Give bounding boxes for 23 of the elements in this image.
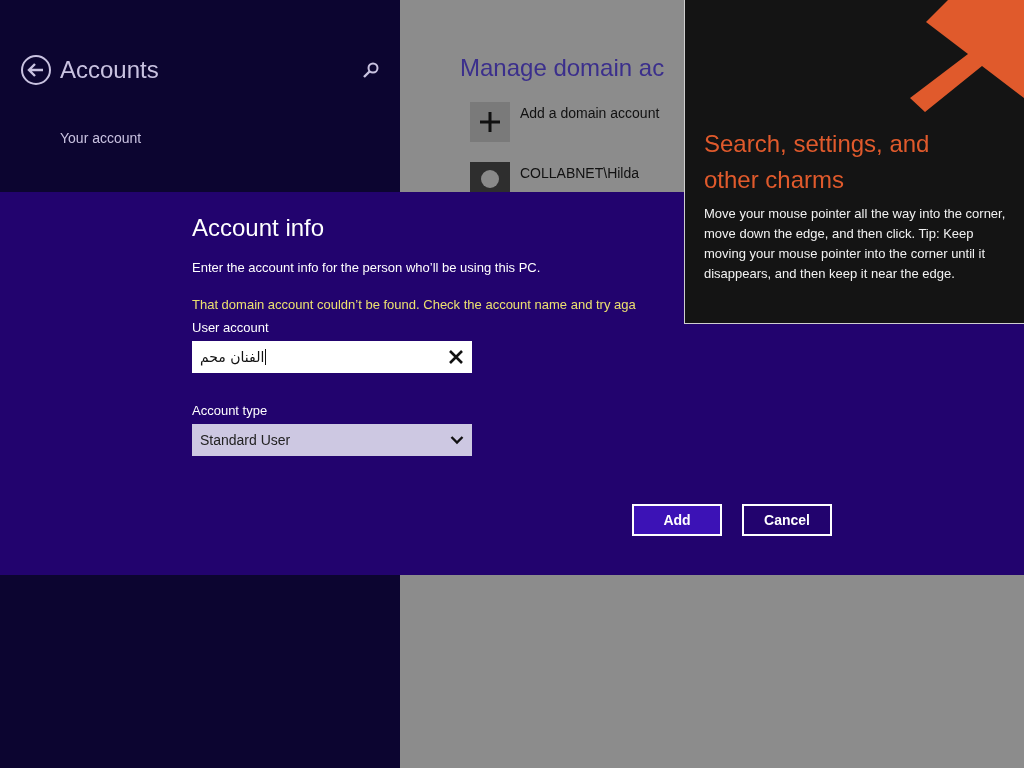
page-title: Accounts: [60, 56, 159, 84]
search-icon[interactable]: [362, 61, 380, 79]
sidebar-item[interactable]: Your account: [60, 130, 380, 146]
add-tile[interactable]: [470, 102, 510, 142]
dialog-title: Account info: [192, 214, 325, 242]
tip-text: Move your mouse pointer all the way into the corner, move down the edge, and then click. Tip: Keep moving your mouse pointer into the corner until it disappears, and then keep it near the edge.: [704, 205, 1007, 283]
dialog-description: Enter the account info for the person who’ll be using this PC.: [192, 260, 541, 275]
chevron-down-icon: [450, 435, 464, 445]
section-title: Manage domain ac: [460, 54, 666, 82]
arrow-icon: [910, 0, 1024, 112]
back-icon[interactable]: [20, 54, 52, 86]
error-message: That domain account couldn’t be found. Check the account name and try aga: [192, 297, 636, 312]
plus-icon: [479, 111, 501, 133]
account-name[interactable]: COLLABNET\Hilda: [520, 165, 640, 181]
clear-icon[interactable]: [448, 349, 464, 365]
dropdown[interactable]: Standard User: [192, 424, 472, 456]
field-label: Account type: [192, 403, 268, 418]
field-label: User account: [192, 320, 269, 335]
tip-title: Search, settings, and other charms: [704, 129, 931, 195]
cancel-button[interactable]: Cancel: [742, 504, 832, 536]
add-button[interactable]: Add: [632, 504, 722, 536]
input-field[interactable]: الفنان محم: [192, 341, 472, 373]
action-label[interactable]: Add a domain account: [520, 105, 660, 121]
